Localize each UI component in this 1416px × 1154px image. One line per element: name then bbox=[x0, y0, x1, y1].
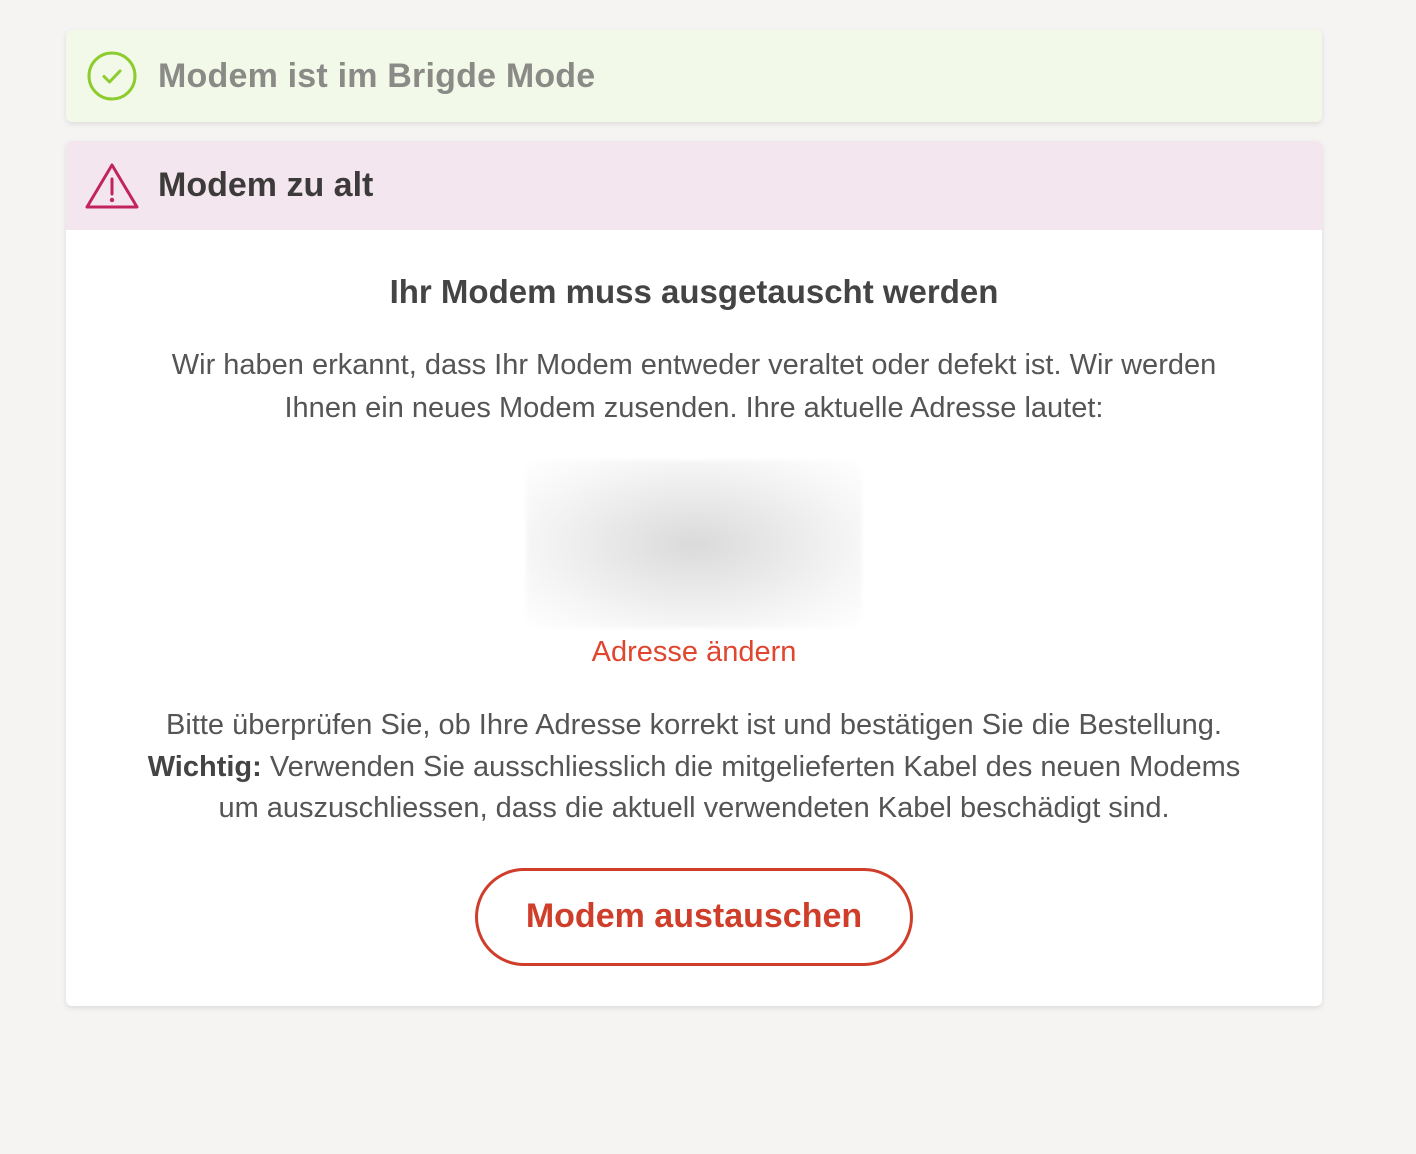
important-text: Verwenden Sie ausschliesslich die mitgel… bbox=[218, 750, 1241, 825]
modem-too-old-card: Modem zu alt Ihr Modem muss ausgetauscht… bbox=[66, 141, 1322, 1006]
change-address-link[interactable]: Adresse ändern bbox=[592, 636, 797, 669]
replace-modem-description: Wir haben erkannt, dass Ihr Modem entwed… bbox=[171, 349, 1217, 424]
replace-modem-heading: Ihr Modem muss ausgetauscht werden bbox=[389, 273, 999, 310]
bridge-mode-status-title: Modem ist im Brigde Mode bbox=[158, 56, 596, 95]
blurred-address bbox=[526, 460, 862, 628]
bridge-mode-status-card: Modem ist im Brigde Mode bbox=[66, 30, 1322, 122]
modem-too-old-body: Ihr Modem muss ausgetauscht werden Wir h… bbox=[66, 230, 1322, 1006]
check-circle-icon bbox=[84, 48, 140, 104]
important-label: Wichtig: bbox=[147, 750, 262, 783]
modem-too-old-header: Modem zu alt bbox=[66, 141, 1322, 230]
confirm-address-text: Bitte überprüfen Sie, ob Ihre Adresse ko… bbox=[166, 709, 1222, 741]
page-content: Modem ist im Brigde Mode Modem zu alt Ih… bbox=[66, 30, 1322, 1006]
confirm-order-text: Bitte überprüfen Sie, ob Ihre Adresse ko… bbox=[139, 705, 1249, 830]
replace-modem-button[interactable]: Modem austauschen bbox=[475, 867, 913, 966]
modem-too-old-title: Modem zu alt bbox=[158, 166, 374, 204]
warning-triangle-icon bbox=[84, 158, 140, 214]
